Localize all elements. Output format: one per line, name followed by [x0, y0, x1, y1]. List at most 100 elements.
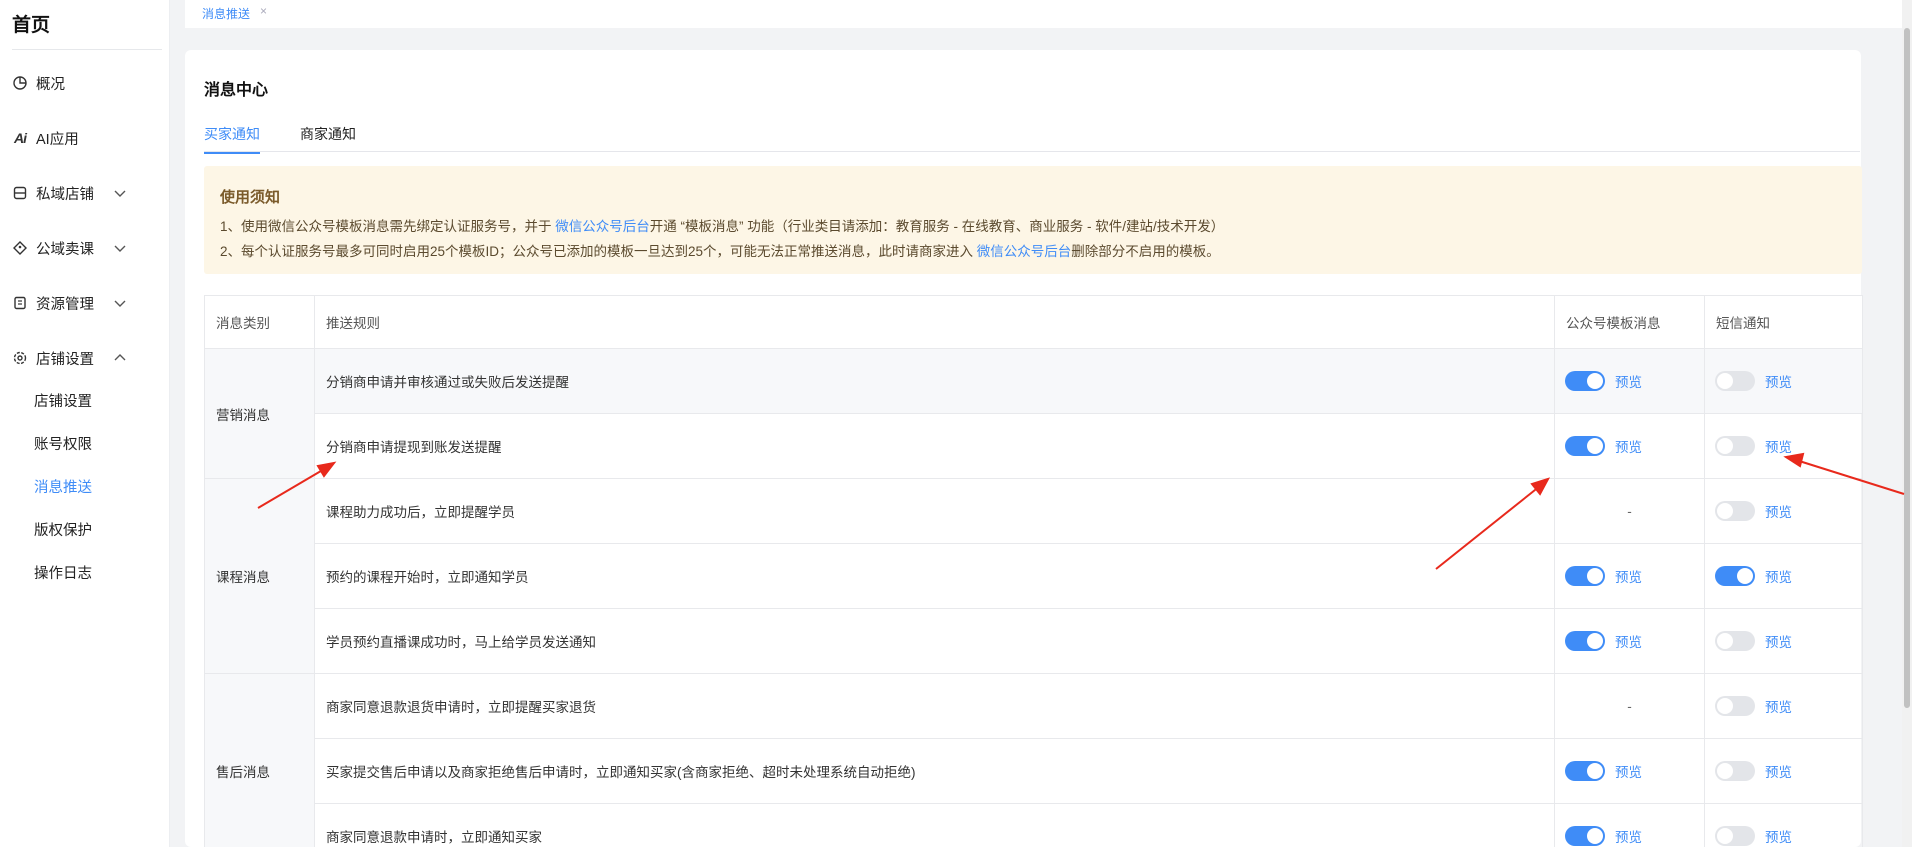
sidebar-subitem-message-push[interactable]: 消息推送 — [34, 476, 92, 500]
rule-cell: 商家同意退款退货申请时，立即提醒买家退货 — [314, 673, 1555, 739]
sms-toggle[interactable] — [1715, 501, 1755, 521]
wechat-template-toggle[interactable] — [1565, 826, 1605, 846]
toggle-knob — [1717, 373, 1733, 389]
sms-cell: 预览 — [1704, 608, 1863, 674]
sidebar-item-store-settings[interactable]: 店铺设置 — [0, 338, 170, 378]
rule-cell: 分销商申请提现到账发送提醒 — [314, 413, 1555, 479]
toggle-knob — [1717, 828, 1733, 844]
wechat-template-cell: 预览 — [1554, 738, 1705, 804]
gear-icon — [12, 350, 28, 366]
notice-line-1-text-end: 开通 “模板消息” 功能（行业类目请添加：教育服务 - 在线教育、商业服务 - … — [649, 219, 1225, 234]
tag-message-push[interactable]: 消息推送 — [202, 5, 250, 22]
wechat-template-preview-link[interactable]: 预览 — [1615, 631, 1642, 651]
notice-line-2-text: 2、每个认证服务号最多可同时启用25个模板ID；公众号已添加的模板一旦达到25个… — [220, 244, 977, 259]
wechat-template-cell: 预览 — [1554, 348, 1705, 414]
wechat-template-cell: 预览 — [1554, 608, 1705, 674]
sidebar-subitem-operation-log[interactable]: 操作日志 — [34, 562, 92, 586]
sms-preview-link[interactable]: 预览 — [1765, 566, 1792, 586]
usage-notice: 使用须知 1、使用微信公众号模板消息需先绑定认证服务号，并于 微信公众号后台开通… — [204, 166, 1862, 274]
rule-cell: 买家提交售后申请以及商家拒绝售后申请时，立即通知买家(含商家拒绝、超时未处理系统… — [314, 738, 1555, 804]
wechat-template-toggle[interactable] — [1565, 371, 1605, 391]
sidebar-subitem-store-settings[interactable]: 店铺设置 — [34, 390, 92, 414]
sidebar-item-ai[interactable]: Ai AI应用 — [0, 118, 170, 158]
table-row: 售后消息 商家同意退款退货申请时，立即提醒买家退货 - 预览 — [204, 673, 1863, 847]
toggle-knob — [1587, 438, 1603, 454]
sidebar-subitem-account-permissions[interactable]: 账号权限 — [34, 433, 92, 457]
table-header-row: 消息类别 推送规则 公众号模板消息 短信通知 — [204, 295, 1863, 349]
resource-icon — [12, 295, 28, 311]
wechat-template-preview-link[interactable]: 预览 — [1615, 826, 1642, 846]
wechat-template-preview-link[interactable]: 预览 — [1615, 761, 1642, 781]
wechat-backend-link[interactable]: 微信公众号后台 — [977, 244, 1072, 259]
sidebar-item-label: 店铺设置 — [36, 351, 94, 368]
wechat-template-cell: 预览 — [1554, 413, 1705, 479]
rule-cell: 商家同意退款申请时，立即通知买家 — [314, 803, 1555, 847]
column-header-rule: 推送规则 — [314, 295, 1555, 349]
sms-cell: 预览 — [1704, 413, 1863, 479]
sms-preview-link[interactable]: 预览 — [1765, 696, 1792, 716]
chevron-down-icon — [114, 242, 126, 258]
tab-merchant-notice[interactable]: 商家通知 — [300, 124, 356, 152]
sidebar-item-label: 私域店铺 — [36, 186, 94, 203]
category-cell: 课程消息 — [204, 478, 315, 674]
column-header-category: 消息类别 — [204, 295, 315, 349]
sidebar-item-public-course[interactable]: 公域卖课 — [0, 228, 170, 268]
toggle-knob — [1717, 763, 1733, 779]
rule-cell: 学员预约直播课成功时，马上给学员发送通知 — [314, 608, 1555, 674]
sidebar-item-private-store[interactable]: 私域店铺 — [0, 173, 170, 213]
sms-preview-link[interactable]: 预览 — [1765, 761, 1792, 781]
tag-bar: 消息推送 × — [185, 0, 1906, 28]
rule-cell: 分销商申请并审核通过或失败后发送提醒 — [314, 348, 1555, 414]
sms-preview-link[interactable]: 预览 — [1765, 501, 1792, 521]
sidebar-item-overview[interactable]: 概况 — [0, 63, 170, 103]
table-row: 商家同意退款申请时，立即通知买家预览 预览 — [205, 803, 1863, 847]
sms-toggle[interactable] — [1715, 826, 1755, 846]
wechat-template-cell: - — [1554, 478, 1705, 544]
rule-cell: 课程助力成功后，立即提醒学员 — [314, 478, 1555, 544]
wechat-template-toggle[interactable] — [1565, 761, 1605, 781]
sms-preview-link[interactable]: 预览 — [1765, 631, 1792, 651]
wechat-template-toggle[interactable] — [1565, 566, 1605, 586]
notification-table: 消息类别 推送规则 公众号模板消息 短信通知 营销消息 分销商申请并审核通过或失败… — [204, 295, 1863, 847]
sms-toggle[interactable] — [1715, 631, 1755, 651]
toggle-knob — [1587, 373, 1603, 389]
sms-toggle[interactable] — [1715, 371, 1755, 391]
sms-preview-link[interactable]: 预览 — [1765, 371, 1792, 391]
notice-title: 使用须知 — [220, 189, 281, 206]
toggle-knob — [1717, 503, 1733, 519]
category-cell: 营销消息 — [204, 348, 315, 479]
chevron-down-icon — [114, 187, 126, 203]
sidebar-item-resources[interactable]: 资源管理 — [0, 283, 170, 323]
wechat-template-preview-link[interactable]: 预览 — [1615, 371, 1642, 391]
sms-toggle[interactable] — [1715, 761, 1755, 781]
table-row: 课程消息 课程助力成功后，立即提醒学员 - 预览 — [204, 478, 1863, 674]
main-card: 消息中心 买家通知 商家通知 使用须知 1、使用微信公众号模板消息需先绑定认证服… — [185, 50, 1863, 847]
sidebar-divider — [12, 49, 162, 50]
store-icon — [12, 185, 28, 201]
page-scrollbar[interactable] — [1902, 0, 1912, 847]
page-title: 消息中心 — [204, 82, 269, 99]
sms-toggle[interactable] — [1715, 566, 1755, 586]
sidebar-home-title[interactable]: 首页 — [12, 10, 50, 37]
sms-toggle[interactable] — [1715, 436, 1755, 456]
toggle-knob — [1737, 568, 1753, 584]
tab-buyer-notice[interactable]: 买家通知 — [204, 124, 260, 154]
ai-logo-icon: Ai — [14, 130, 27, 146]
wechat-template-toggle[interactable] — [1565, 436, 1605, 456]
sms-preview-link[interactable]: 预览 — [1765, 826, 1792, 846]
sidebar-subitem-copyright[interactable]: 版权保护 — [34, 519, 92, 543]
wechat-template-preview-link[interactable]: 预览 — [1615, 566, 1642, 586]
wechat-template-toggle[interactable] — [1565, 631, 1605, 651]
sms-preview-link[interactable]: 预览 — [1765, 436, 1792, 456]
sms-cell: 预览 — [1704, 673, 1863, 739]
sms-cell: 预览 — [1704, 543, 1863, 609]
notice-line-2: 2、每个认证服务号最多可同时启用25个模板ID；公众号已添加的模板一旦达到25个… — [220, 240, 1220, 260]
wechat-template-cell: 预览 — [1554, 803, 1705, 847]
close-icon[interactable]: × — [260, 4, 267, 18]
scrollbar-thumb[interactable] — [1904, 28, 1910, 708]
sidebar-item-label: 概况 — [36, 76, 65, 93]
notice-line-1-text: 1、使用微信公众号模板消息需先绑定认证服务号，并于 — [220, 219, 556, 234]
wechat-backend-link[interactable]: 微信公众号后台 — [555, 219, 650, 234]
sms-toggle[interactable] — [1715, 696, 1755, 716]
wechat-template-preview-link[interactable]: 预览 — [1615, 436, 1642, 456]
